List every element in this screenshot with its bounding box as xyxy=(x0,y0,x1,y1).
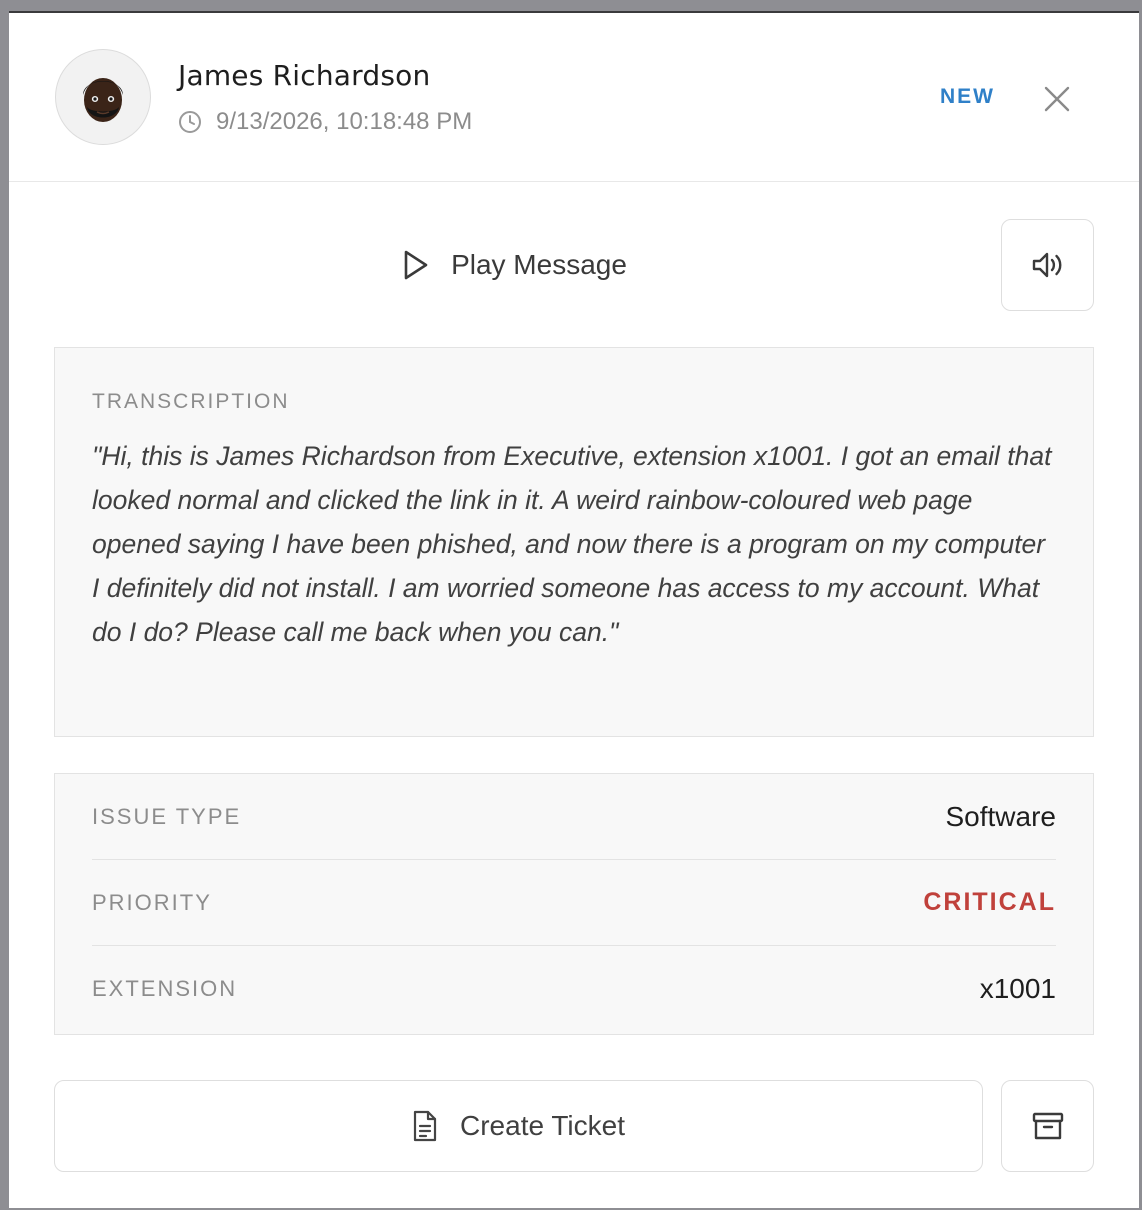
voicemail-header: James Richardson 9/13/2026, 10:18:48 PM … xyxy=(9,13,1139,182)
caller-name: James Richardson xyxy=(178,59,431,92)
issue-type-label: ISSUE TYPE xyxy=(92,803,242,829)
play-icon xyxy=(404,250,428,280)
volume-button[interactable] xyxy=(1001,219,1094,311)
clock-icon xyxy=(179,111,201,133)
priority-label: PRIORITY xyxy=(92,889,212,915)
detail-row-priority: PRIORITY CRITICAL xyxy=(92,860,1056,946)
detail-row-extension: EXTENSION x1001 xyxy=(92,946,1056,1032)
create-ticket-label: Create Ticket xyxy=(460,1110,625,1141)
timestamp-text: 9/13/2026, 10:18:48 PM xyxy=(216,108,473,135)
priority-value: CRITICAL xyxy=(923,888,1056,916)
volume-icon xyxy=(1032,252,1061,278)
play-message-button[interactable]: Play Message xyxy=(55,219,975,311)
close-icon xyxy=(1044,86,1070,112)
archive-icon xyxy=(1032,1112,1063,1140)
voicemail-detail-panel: James Richardson 9/13/2026, 10:18:48 PM … xyxy=(9,11,1139,1208)
transcription-box: TRANSCRIPTION "Hi, this is James Richard… xyxy=(54,347,1094,737)
transcription-text: "Hi, this is James Richardson from Execu… xyxy=(92,441,1052,647)
avatar xyxy=(55,49,151,145)
message-timestamp: 9/13/2026, 10:18:48 PM xyxy=(178,108,472,136)
detail-row-issue-type: ISSUE TYPE Software xyxy=(92,774,1056,860)
create-ticket-button[interactable]: Create Ticket xyxy=(54,1080,983,1172)
details-box: ISSUE TYPE Software PRIORITY CRITICAL EX… xyxy=(54,773,1094,1035)
play-message-label: Play Message xyxy=(451,249,627,280)
close-button[interactable] xyxy=(1039,81,1075,117)
transcription-label: TRANSCRIPTION xyxy=(92,390,290,413)
document-icon xyxy=(413,1110,437,1142)
caller-avatar-icon xyxy=(83,78,123,122)
issue-type-value: Software xyxy=(945,800,1057,832)
extension-value: x1001 xyxy=(979,973,1056,1004)
status-badge: NEW xyxy=(940,85,995,108)
extension-label: EXTENSION xyxy=(92,976,238,1001)
archive-button[interactable] xyxy=(1001,1080,1094,1172)
